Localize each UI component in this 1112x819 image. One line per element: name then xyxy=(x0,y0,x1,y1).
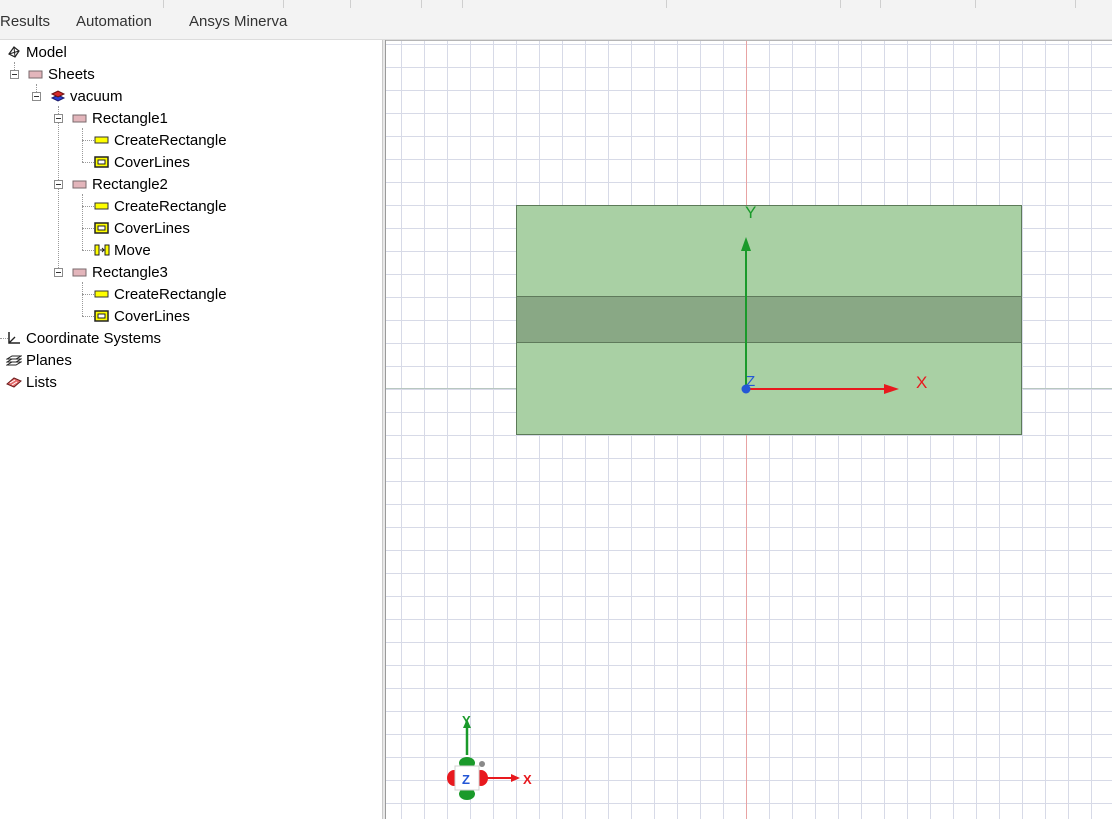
tree-connector xyxy=(82,194,83,250)
cover-lines-icon xyxy=(94,221,110,235)
collapse-toggle[interactable] xyxy=(32,92,41,101)
tree-label: Lists xyxy=(26,373,57,391)
tree-connector xyxy=(82,250,94,251)
tree-label: CreateRectangle xyxy=(114,285,227,303)
tree-connector xyxy=(82,162,94,163)
tree-label: Move xyxy=(114,241,151,259)
tree-connector xyxy=(82,228,94,229)
tree-connector xyxy=(82,128,83,162)
sheet-icon xyxy=(72,265,88,279)
menu-ansys-minerva[interactable]: Ansys Minerva xyxy=(189,13,287,30)
tree-connector xyxy=(82,282,83,316)
create-rectangle-icon xyxy=(94,133,110,147)
tree-label: vacuum xyxy=(70,87,123,105)
tree-node-rectangle3[interactable]: Rectangle3 xyxy=(72,262,168,282)
model-tree-panel: Model Sheets vacuum Rectangle1 CreateRec… xyxy=(0,40,382,819)
toolbar-divider xyxy=(421,0,422,8)
collapse-toggle[interactable] xyxy=(10,70,19,79)
toolbar-divider xyxy=(666,0,667,8)
tree-connector xyxy=(82,206,94,207)
planes-icon xyxy=(5,353,23,367)
toolbar-divider xyxy=(880,0,881,8)
tree-node-move[interactable]: Move xyxy=(94,240,151,260)
material-icon xyxy=(50,89,66,103)
collapse-toggle[interactable] xyxy=(54,268,63,277)
tree-node-lists[interactable]: Lists xyxy=(6,372,57,392)
tree-node-vacuum[interactable]: vacuum xyxy=(50,86,123,106)
cover-lines-icon xyxy=(94,155,110,169)
triad-x-label: X xyxy=(523,772,532,787)
sheet-icon xyxy=(72,177,88,191)
collapse-toggle[interactable] xyxy=(54,114,63,123)
menu-bar: Results Automation Ansys Minerva xyxy=(0,0,1112,40)
tree-node-planes[interactable]: Planes xyxy=(5,350,72,370)
triad-dot xyxy=(479,761,485,767)
tree-label: CoverLines xyxy=(114,219,190,237)
lists-icon xyxy=(6,375,22,389)
triad-y-label: Y xyxy=(462,713,471,728)
triad-z-label: Z xyxy=(462,772,470,787)
tree-label: Rectangle2 xyxy=(92,175,168,193)
tree-label: Model xyxy=(26,43,67,61)
toolbar-divider xyxy=(975,0,976,8)
modeler-viewport[interactable]: Y X Z Y X Z xyxy=(386,40,1112,819)
menu-results[interactable]: Results xyxy=(0,13,50,30)
menu-automation[interactable]: Automation xyxy=(76,13,152,30)
tree-node-coverlines[interactable]: CoverLines xyxy=(94,306,190,326)
orientation-triad[interactable] xyxy=(441,711,551,806)
collapse-toggle[interactable] xyxy=(54,180,63,189)
tree-node-model[interactable]: Model xyxy=(6,42,67,62)
tree-label: CreateRectangle xyxy=(114,131,227,149)
tree-node-createrectangle[interactable]: CreateRectangle xyxy=(94,284,227,304)
cover-lines-icon xyxy=(94,309,110,323)
tree-label: Rectangle1 xyxy=(92,109,168,127)
tree-node-createrectangle[interactable]: CreateRectangle xyxy=(94,130,227,150)
y-axis-arrowhead xyxy=(741,237,751,251)
tree-connector xyxy=(58,106,59,272)
z-axis-label: Z xyxy=(746,373,756,390)
triad-x-arrowhead xyxy=(511,774,520,782)
sheet-icon xyxy=(72,111,88,125)
toolbar-divider xyxy=(163,0,164,8)
coordinate-system-icon xyxy=(6,331,22,345)
tree-node-rectangle1[interactable]: Rectangle1 xyxy=(72,108,168,128)
tree-node-coverlines[interactable]: CoverLines xyxy=(94,218,190,238)
toolbar-divider xyxy=(283,0,284,8)
tree-node-coverlines[interactable]: CoverLines xyxy=(94,152,190,172)
create-rectangle-icon xyxy=(94,199,110,213)
sheet-icon xyxy=(28,67,44,81)
move-icon xyxy=(94,243,110,257)
tree-connector xyxy=(82,316,94,317)
tree-label: Rectangle3 xyxy=(92,263,168,281)
toolbar-divider xyxy=(350,0,351,8)
tree-label: CoverLines xyxy=(114,153,190,171)
tree-connector xyxy=(82,140,94,141)
tree-node-createrectangle[interactable]: CreateRectangle xyxy=(94,196,227,216)
tree-label: CreateRectangle xyxy=(114,197,227,215)
x-axis-label: X xyxy=(916,373,928,392)
tree-node-coordinate-systems[interactable]: Coordinate Systems xyxy=(6,328,161,348)
x-axis-arrowhead xyxy=(884,384,899,394)
tree-label: Planes xyxy=(26,351,72,369)
model-icon xyxy=(6,45,22,59)
tree-label: Sheets xyxy=(48,65,95,83)
tree-label: CoverLines xyxy=(114,307,190,325)
global-axes xyxy=(741,237,899,394)
tree-connector xyxy=(82,294,94,295)
tree-node-rectangle2[interactable]: Rectangle2 xyxy=(72,174,168,194)
create-rectangle-icon xyxy=(94,287,110,301)
toolbar-divider xyxy=(840,0,841,8)
tree-node-sheets[interactable]: Sheets xyxy=(28,64,95,84)
tree-label: Coordinate Systems xyxy=(26,329,162,347)
toolbar-divider xyxy=(462,0,463,8)
y-axis-label: Y xyxy=(745,203,757,222)
toolbar-divider xyxy=(1075,0,1076,8)
